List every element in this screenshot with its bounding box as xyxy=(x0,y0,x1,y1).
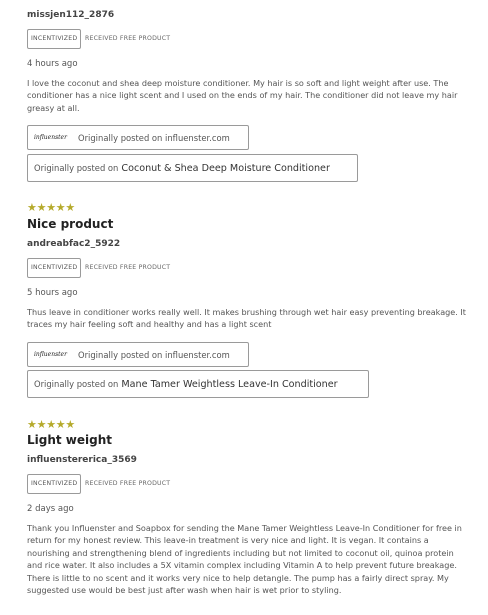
review-title: Nice product xyxy=(27,217,114,231)
original-product-link[interactable]: Mane Tamer Weightless Leave-In Condition… xyxy=(121,379,337,390)
free-product-label: RECEIVED FREE PRODUCT xyxy=(85,35,171,42)
original-product-link[interactable]: Coconut & Shea Deep Moisture Conditioner xyxy=(121,163,330,174)
review-card: missjen112_2876 INCENTIVIZED RECEIVED FR… xyxy=(27,0,472,190)
free-product-label: RECEIVED FREE PRODUCT xyxy=(85,264,171,271)
source-text: Originally posted on influenster.com xyxy=(78,349,230,360)
review-username[interactable]: missjen112_2876 xyxy=(27,10,114,20)
review-username[interactable]: influenstererica_3569 xyxy=(27,455,137,465)
review-title: Light weight xyxy=(27,433,113,447)
original-prefix: Originally posted on xyxy=(34,379,119,389)
review-time: 5 hours ago xyxy=(27,288,78,298)
star-icon: ★ xyxy=(46,201,57,214)
review-body: I love the coconut and shea deep moistur… xyxy=(27,78,458,113)
incentivized-badge: INCENTIVIZED xyxy=(27,29,82,49)
incentivized-badge: INCENTIVIZED xyxy=(27,474,82,494)
influenster-logo: influenster xyxy=(34,351,67,358)
star-icon: ★ xyxy=(55,201,66,214)
review-card: ★ ★ ★ ★ ★ Light weight influenstererica_… xyxy=(27,418,472,615)
incentivized-badge: INCENTIVIZED xyxy=(27,258,82,278)
original-product-box[interactable]: Originally posted on Mane Tamer Weightle… xyxy=(27,370,369,398)
source-text: Originally posted on influenster.com xyxy=(78,132,230,143)
star-icon: ★ xyxy=(65,418,76,431)
star-icon: ★ xyxy=(27,418,37,431)
free-product-label: RECEIVED FREE PRODUCT xyxy=(85,480,171,487)
influenster-logo: influenster xyxy=(34,134,67,141)
review-body: Thank you Influenster and Soapbox for se… xyxy=(27,523,462,596)
star-icon: ★ xyxy=(36,418,47,431)
star-icon: ★ xyxy=(36,201,47,214)
star-rating: ★ ★ ★ ★ ★ xyxy=(27,418,76,432)
influenster-source-box[interactable]: influenster Originally posted on influen… xyxy=(27,342,249,367)
star-icon: ★ xyxy=(27,201,37,214)
review-time: 2 days ago xyxy=(27,504,74,514)
original-prefix: Originally posted on xyxy=(34,163,119,173)
star-icon: ★ xyxy=(55,418,66,431)
star-icon: ★ xyxy=(65,201,76,214)
review-card: ★ ★ ★ ★ ★ Nice product andreabfac2_5922 … xyxy=(27,201,472,403)
star-rating: ★ ★ ★ ★ ★ xyxy=(27,201,76,215)
review-time: 4 hours ago xyxy=(27,59,78,69)
review-username[interactable]: andreabfac2_5922 xyxy=(27,239,120,249)
influenster-source-box[interactable]: influenster Originally posted on influen… xyxy=(27,125,249,150)
original-product-box[interactable]: Originally posted on Coconut & Shea Deep… xyxy=(27,154,358,182)
star-icon: ★ xyxy=(46,418,57,431)
review-body: Thus leave in conditioner works really w… xyxy=(27,307,466,330)
